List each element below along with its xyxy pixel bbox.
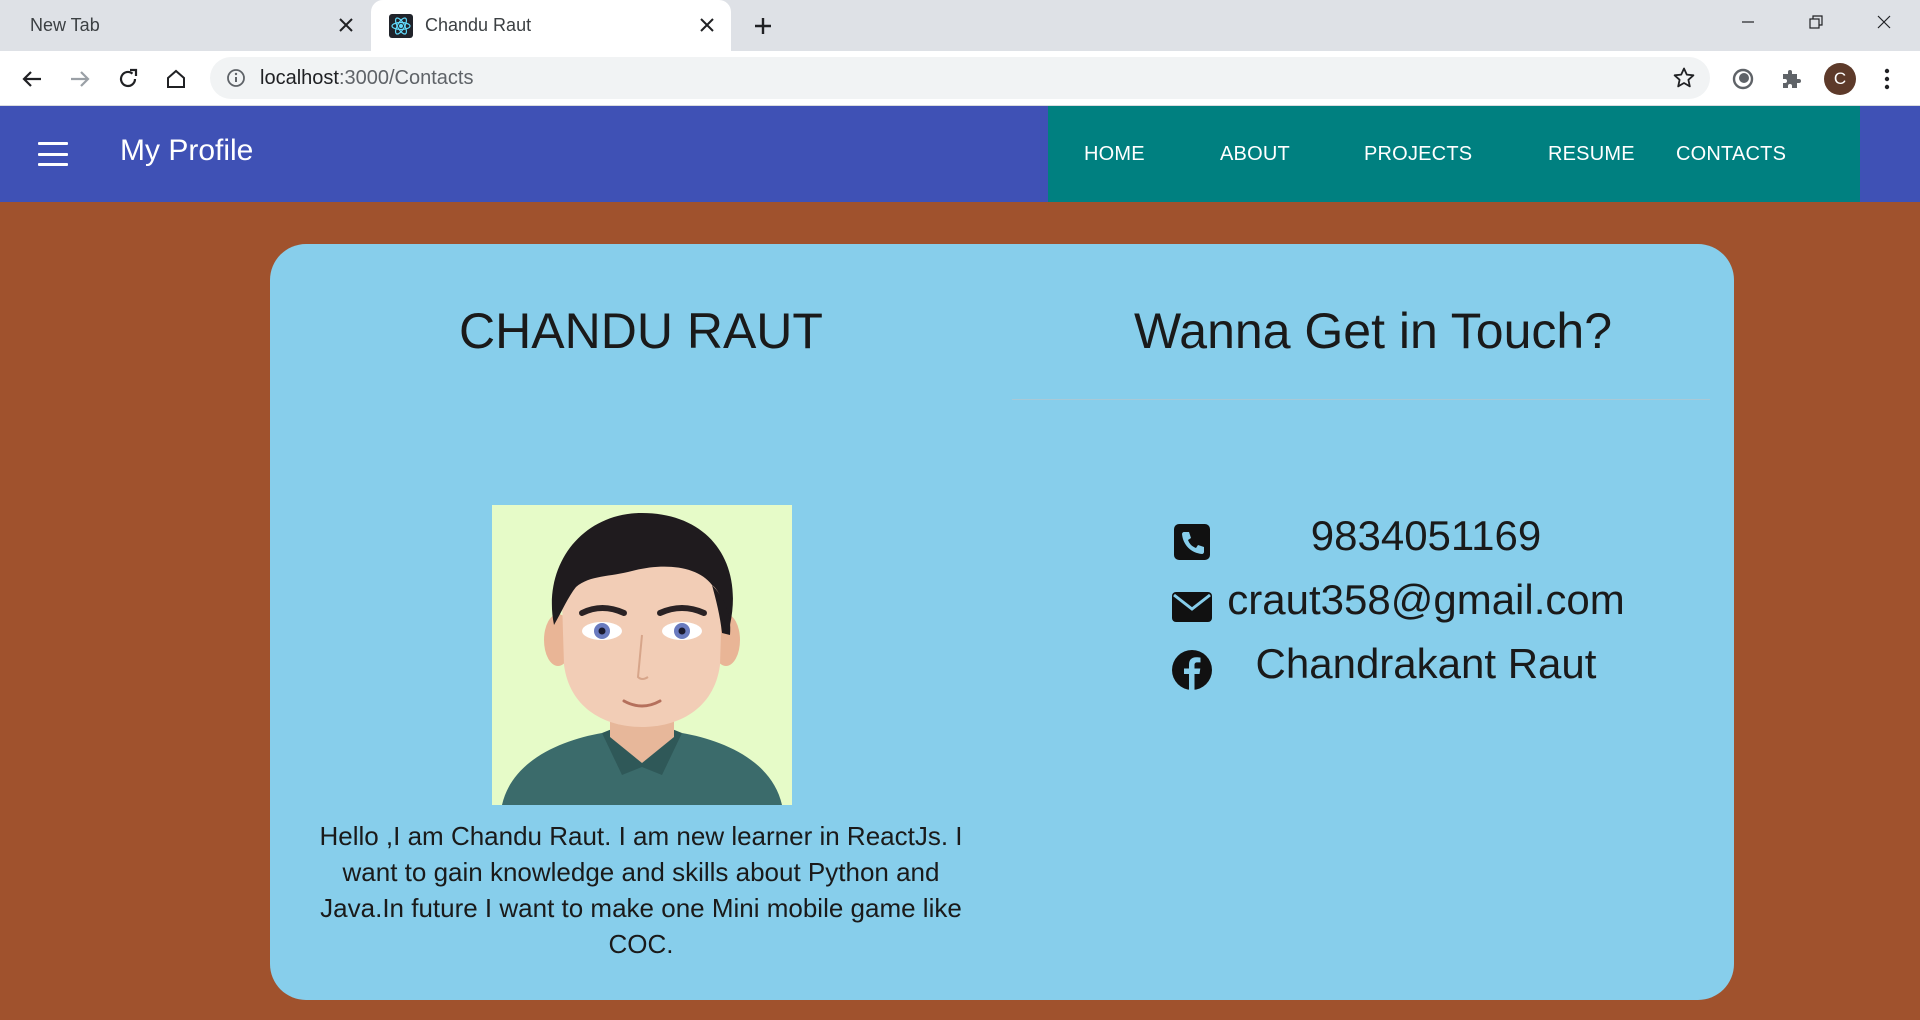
nav-home[interactable]: HOME (1084, 143, 1145, 166)
envelope-icon (1172, 592, 1212, 622)
url-text: localhost:3000/Contacts (260, 67, 473, 90)
app-title: My Profile (120, 134, 254, 167)
tab-title: New Tab (30, 15, 100, 35)
profile-name: CHANDU RAUT (459, 303, 823, 359)
browser-tab-new-tab[interactable]: New Tab (0, 0, 370, 51)
phone-number: 9834051169 (1310, 512, 1542, 559)
restore-button[interactable] (1782, 0, 1850, 44)
react-icon (389, 13, 413, 38)
profile-avatar[interactable]: C (1824, 63, 1856, 95)
extensions-puzzle-icon[interactable] (1774, 62, 1808, 96)
url-path: :3000/Contacts (338, 66, 474, 89)
contact-heading: Wanna Get in Touch? (1133, 303, 1613, 359)
contact-card: CHANDU RAUT Wanna Get in Touch? Hello ,I… (270, 244, 1734, 1000)
profile-avatar-image (492, 505, 792, 805)
back-icon[interactable] (15, 62, 49, 96)
nav-about[interactable]: ABOUT (1220, 143, 1290, 166)
facebook-name: Chandrakant Raut (1255, 640, 1597, 687)
hamburger-menu-icon[interactable] (38, 142, 68, 166)
reload-icon[interactable] (111, 62, 145, 96)
close-icon[interactable] (334, 13, 358, 37)
minimize-button[interactable] (1714, 0, 1782, 44)
tab-title: Chandu Raut (425, 15, 532, 35)
close-window-button[interactable] (1850, 0, 1918, 44)
browser-toolbar: localhost:3000/Contacts C (0, 51, 1920, 106)
nav-contacts[interactable]: CONTACTS (1676, 143, 1786, 166)
address-bar[interactable]: localhost:3000/Contacts (210, 57, 1710, 99)
profile-bio: Hello ,I am Chandu Raut. I am new learne… (319, 821, 963, 959)
info-icon[interactable] (224, 66, 248, 90)
browser-tab-chandu-raut[interactable]: Chandu Raut (371, 0, 731, 51)
browser-tab-strip: New Tab Chandu Raut (0, 0, 1920, 51)
more-menu-icon[interactable] (1870, 62, 1904, 96)
facebook-icon (1172, 650, 1212, 690)
nav-projects[interactable]: PROJECTS (1364, 143, 1472, 166)
extension-circle-icon[interactable] (1726, 62, 1760, 96)
divider (1012, 399, 1710, 400)
new-tab-button[interactable] (748, 11, 778, 41)
contact-email[interactable]: craut358@gmail.com (1170, 576, 1690, 634)
bookmark-star-icon[interactable] (1672, 66, 1696, 90)
home-icon[interactable] (159, 62, 193, 96)
contact-facebook[interactable]: Chandrakant Raut (1170, 640, 1690, 698)
main-nav: HOME ABOUT PROJECTS RESUME CONTACTS (1048, 106, 1860, 202)
email-address: craut358@gmail.com (1227, 576, 1625, 623)
forward-icon[interactable] (63, 62, 97, 96)
app-bar: My Profile HOME ABOUT PROJECTS RESUME CO… (0, 106, 1920, 202)
nav-resume[interactable]: RESUME (1548, 143, 1635, 166)
close-icon[interactable] (695, 13, 719, 37)
url-host: localhost (260, 66, 339, 89)
contact-phone[interactable]: 9834051169 (1170, 512, 1690, 570)
phone-square-icon (1174, 524, 1210, 560)
